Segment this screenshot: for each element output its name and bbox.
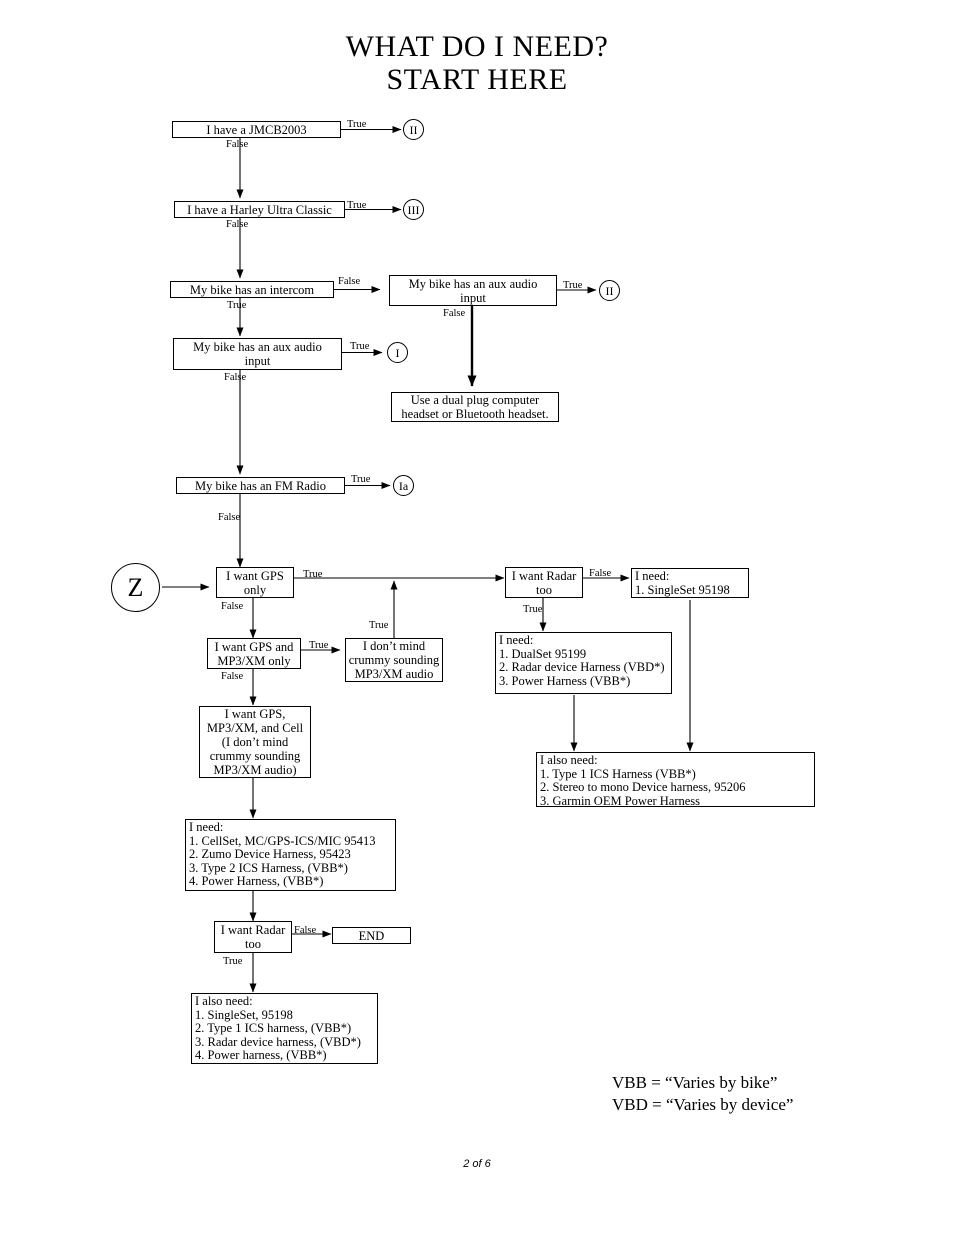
node-dual-plug-headset[interactable]: Use a dual plug computer headset or Blue… — [391, 392, 559, 422]
node-need-cellset-95413[interactable]: I need: 1. CellSet, MC/GPS-ICS/MIC 95413… — [185, 819, 396, 891]
node-bike-has-intercom[interactable]: My bike has an intercom — [170, 281, 334, 298]
node-crummy-sounding-audio[interactable]: I don’t mind crummy sounding MP3/XM audi… — [345, 638, 443, 682]
edge-label-jmcb-true: True — [347, 119, 367, 130]
edge-label-aux-right-true: True — [563, 280, 583, 291]
connector-circle-ia[interactable]: Ia — [393, 475, 414, 496]
edge-label-jmcb-false: False — [226, 139, 249, 150]
node-bike-has-fm-radio[interactable]: My bike has an FM Radio — [176, 477, 345, 494]
node-need-dualset-95199[interactable]: I need: 1. DualSet 95199 2. Radar device… — [495, 632, 672, 694]
connector-lines-layer — [162, 126, 694, 993]
edge-label-gps-mp3-false: False — [221, 671, 244, 682]
edge-label-gps-mp3-true: True — [309, 640, 329, 651]
connector-circle-i[interactable]: I — [387, 342, 408, 363]
edge-label-aux-right-false: False — [443, 308, 466, 319]
connector-circle-iii[interactable]: III — [403, 199, 424, 220]
edge-label-aux-left-false: False — [224, 372, 247, 383]
edge-label-gps-only-false: False — [221, 601, 244, 612]
node-i-want-radar-too-bottom[interactable]: I want Radar too — [214, 921, 292, 953]
node-aux-audio-input-right[interactable]: My bike has an aux audio input — [389, 275, 557, 306]
node-aux-audio-input-left[interactable]: My bike has an aux audio input — [173, 338, 342, 370]
edge-label-harley-false: False — [226, 219, 249, 230]
footer-page-number: 2 of 6 — [463, 1158, 491, 1170]
legend-abbreviations: VBB = “Varies by bike” VBD = “Varies by … — [612, 1073, 794, 1114]
node-i-want-gps-mp3xm-and-cell[interactable]: I want GPS, MP3/XM, and Cell (I don’t mi… — [199, 706, 311, 778]
flowchart-page: WHAT DO I NEED? START HERE I have a JMCB… — [0, 0, 954, 1235]
connector-circle-ii-top[interactable]: II — [403, 119, 424, 140]
node-also-need-bottom[interactable]: I also need: 1. SingleSet, 95198 2. Type… — [191, 993, 378, 1064]
node-end[interactable]: END — [332, 927, 411, 944]
node-need-singleset-95198[interactable]: I need: 1. SingleSet 95198 — [631, 568, 749, 598]
node-harley-ultra-classic[interactable]: I have a Harley Ultra Classic — [174, 201, 345, 218]
edge-label-intercom-true: True — [227, 300, 247, 311]
edge-label-radar-bottom-true: True — [223, 956, 243, 967]
connector-circle-ii-middle[interactable]: II — [599, 280, 620, 301]
node-also-need-right[interactable]: I also need: 1. Type 1 ICS Harness (VBB*… — [536, 752, 815, 807]
edge-label-gps-only-true: True — [303, 569, 323, 580]
node-i-want-gps-only[interactable]: I want GPS only — [216, 567, 294, 598]
node-i-want-gps-and-mp3xm-only[interactable]: I want GPS and MP3/XM only — [207, 638, 301, 669]
edge-label-radar-bottom-false: False — [294, 925, 317, 936]
edge-label-harley-true: True — [347, 200, 367, 211]
edge-label-crummy-true: True — [369, 620, 389, 631]
connector-circle-z[interactable]: Z — [111, 563, 160, 612]
edge-label-radar-top-true: True — [523, 604, 543, 615]
edge-label-fm-false: False — [218, 512, 241, 523]
node-jmcb2003[interactable]: I have a JMCB2003 — [172, 121, 341, 138]
edge-label-intercom-false: False — [338, 276, 361, 287]
edge-label-fm-true: True — [351, 474, 371, 485]
page-title: WHAT DO I NEED? START HERE — [345, 30, 609, 96]
node-i-want-radar-too-top[interactable]: I want Radar too — [505, 567, 583, 598]
edge-label-aux-left-true: True — [350, 341, 370, 352]
edge-label-radar-top-false: False — [589, 568, 612, 579]
